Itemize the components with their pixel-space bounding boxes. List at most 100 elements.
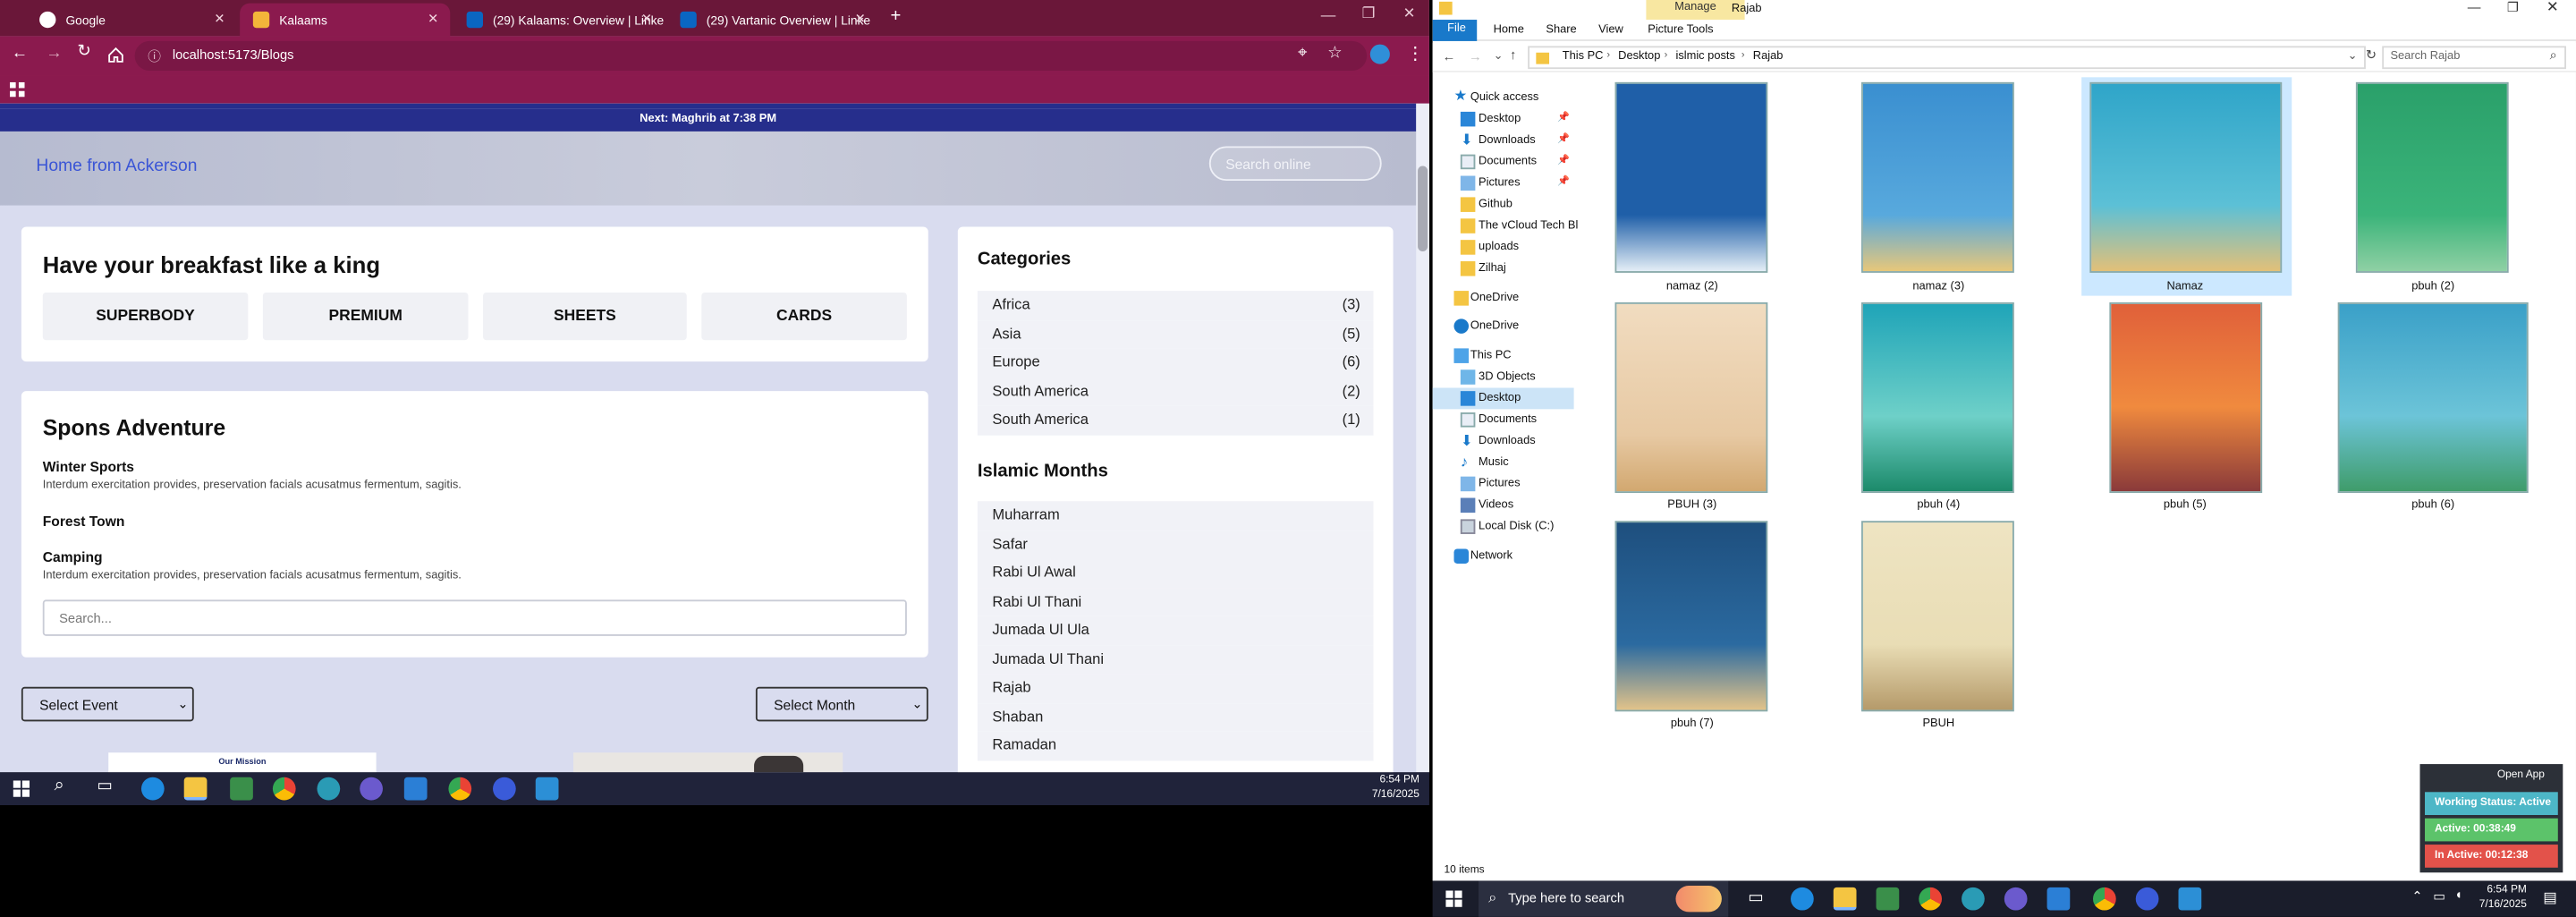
breadcrumb-item[interactable]: islmic posts (1675, 51, 1734, 63)
adventure-search-input[interactable]: Search... (42, 599, 907, 636)
select-month-dropdown[interactable]: Select Month ⌄ (755, 686, 928, 722)
month-item[interactable]: Shaban (977, 702, 1374, 732)
chrome-icon[interactable] (448, 777, 472, 801)
month-item[interactable]: Jumada Ul Thani (977, 644, 1374, 675)
edge-icon[interactable] (140, 777, 165, 801)
breadcrumb-item[interactable]: Desktop (1618, 51, 1660, 63)
zoom-icon[interactable] (2135, 887, 2159, 911)
tab-linkedin-kalaams[interactable]: (29) Kalaams: Overview | Linke ✕ (453, 4, 664, 37)
file-thumbnail[interactable] (1861, 301, 2014, 494)
chevron-down-icon[interactable]: ⌄ (2348, 49, 2358, 63)
file-thumbnail[interactable] (1861, 81, 2014, 273)
ribbon-tab-picture-tools[interactable]: Picture Tools (1648, 25, 1713, 37)
sheets-button[interactable]: SHEETS (482, 292, 687, 341)
file-name[interactable]: PBUH (3) (1585, 499, 1799, 511)
file-thumbnail[interactable] (2355, 81, 2509, 273)
file-name[interactable]: Namaz (2078, 281, 2292, 293)
close-tab-icon[interactable]: ✕ (855, 12, 866, 27)
month-item[interactable]: Muharram (977, 501, 1374, 531)
search-icon[interactable]: ⌕ (55, 776, 64, 797)
github-desktop-icon[interactable] (2004, 887, 2028, 911)
zoom-icon[interactable] (493, 777, 516, 801)
select-event-dropdown[interactable]: Select Event ⌄ (21, 686, 194, 722)
windows-start-icon[interactable] (1445, 890, 1462, 907)
network-icon[interactable]: ▭ (2433, 889, 2445, 904)
store-icon[interactable] (1876, 887, 1900, 911)
store-icon[interactable] (230, 777, 253, 801)
month-item[interactable]: Ramadan (977, 731, 1374, 760)
ribbon-tab-share[interactable]: Share (1546, 25, 1576, 37)
file-thumbnail[interactable] (2337, 301, 2529, 494)
month-item[interactable]: Jumada Ul Ula (977, 616, 1374, 645)
forward-icon[interactable]: → (1469, 49, 1482, 64)
forward-icon[interactable]: → (46, 45, 62, 63)
profile-avatar[interactable] (1369, 44, 1390, 64)
recent-chevron-icon[interactable]: ⌄ (1494, 49, 1504, 63)
back-icon[interactable]: ← (12, 45, 28, 63)
ribbon-tab-home[interactable]: Home (1494, 25, 1524, 37)
volume-icon[interactable]: ◖ (2454, 887, 2462, 903)
month-item[interactable]: Rajab (977, 674, 1374, 703)
close-window-icon[interactable]: ✕ (1403, 5, 1416, 23)
month-item[interactable]: Safar (977, 530, 1374, 559)
taskbar-search-box[interactable]: ⌕ Type here to search (1479, 880, 1729, 917)
tab-google[interactable]: Google ✕ (26, 4, 236, 37)
file-name[interactable]: pbuh (5) (2078, 499, 2292, 511)
chrome-icon[interactable] (1919, 887, 1943, 911)
open-app-link[interactable]: Open App (2497, 769, 2545, 781)
manage-tab[interactable]: Manage (1646, 0, 1745, 21)
file-name[interactable]: namaz (3) (1832, 281, 2046, 293)
vscode-icon[interactable] (2046, 887, 2071, 911)
edge-icon[interactable] (1791, 887, 1814, 911)
file-thumbnail[interactable] (1614, 521, 1768, 712)
task-view-icon[interactable]: ▭ (97, 777, 112, 795)
category-item[interactable]: Asia (5) (977, 319, 1374, 349)
breadcrumb-item[interactable]: Rajab (1753, 51, 1784, 63)
new-tab-button[interactable]: + (891, 6, 902, 26)
site-info-icon[interactable]: ⓘ (148, 47, 161, 65)
ribbon-tab-view[interactable]: View (1598, 25, 1623, 37)
close-tab-icon[interactable]: ✕ (428, 12, 438, 27)
apps-grid-icon[interactable] (10, 81, 25, 98)
close-tab-icon[interactable]: ✕ (214, 12, 225, 27)
file-explorer-icon[interactable] (1833, 887, 1857, 911)
month-item[interactable]: Rabi Ul Thani (977, 587, 1374, 616)
app-icon[interactable] (317, 777, 341, 801)
back-icon[interactable]: ← (1443, 49, 1456, 64)
up-icon[interactable]: ↑ (1510, 47, 1516, 63)
file-explorer-icon[interactable] (183, 777, 208, 801)
file-name[interactable]: namaz (2) (1585, 281, 1799, 293)
category-item[interactable]: Europe (6) (977, 348, 1374, 378)
month-item[interactable]: Rabi Ul Awal (977, 558, 1374, 588)
app-icon[interactable] (535, 777, 559, 801)
bookmark-star-icon[interactable]: ☆ (1327, 45, 1342, 63)
file-thumbnail[interactable] (1614, 301, 1768, 494)
minimize-icon[interactable]: — (2468, 0, 2481, 15)
url-field[interactable]: ⓘ localhost:5173/Blogs ⌖ ☆ (134, 40, 1368, 71)
chrome-icon[interactable] (2092, 887, 2116, 911)
file-thumbnail[interactable] (1861, 521, 2014, 712)
breadcrumb[interactable]: This PC › Desktop › islmic posts › Rajab… (1528, 46, 2366, 70)
breadcrumb-item[interactable]: This PC (1563, 51, 1604, 63)
category-item[interactable]: South America (1) (977, 405, 1374, 435)
scrollbar-thumb[interactable] (1418, 166, 1428, 252)
close-tab-icon[interactable]: ✕ (641, 12, 652, 27)
menu-icon[interactable]: ⋮ (1406, 43, 1424, 64)
tab-linkedin-vartanic[interactable]: (29) Vartanic Overview | Linke ✕ (667, 4, 877, 37)
category-item[interactable]: South America (2) (977, 377, 1374, 406)
tab-kalaams[interactable]: Kalaams ✕ (240, 3, 451, 37)
file-name[interactable]: pbuh (2) (2326, 281, 2540, 293)
app-icon[interactable] (2178, 887, 2202, 911)
file-name[interactable]: pbuh (7) (1585, 718, 1799, 730)
maximize-icon[interactable]: ❐ (2507, 0, 2519, 15)
task-view-icon[interactable]: ▭ (1748, 889, 1763, 907)
close-window-icon[interactable]: ✕ (2546, 0, 2559, 16)
file-name[interactable]: pbuh (4) (1832, 499, 2046, 511)
chevron-up-icon[interactable]: ⌃ (2411, 889, 2422, 904)
ribbon-tab-file[interactable]: File (1432, 20, 1478, 41)
page-scrollbar[interactable] (1416, 103, 1429, 773)
file-name[interactable]: pbuh (6) (2326, 499, 2540, 511)
app-icon[interactable] (1962, 887, 1985, 911)
home-icon[interactable] (106, 46, 124, 64)
category-item[interactable]: Africa (3) (977, 291, 1374, 320)
